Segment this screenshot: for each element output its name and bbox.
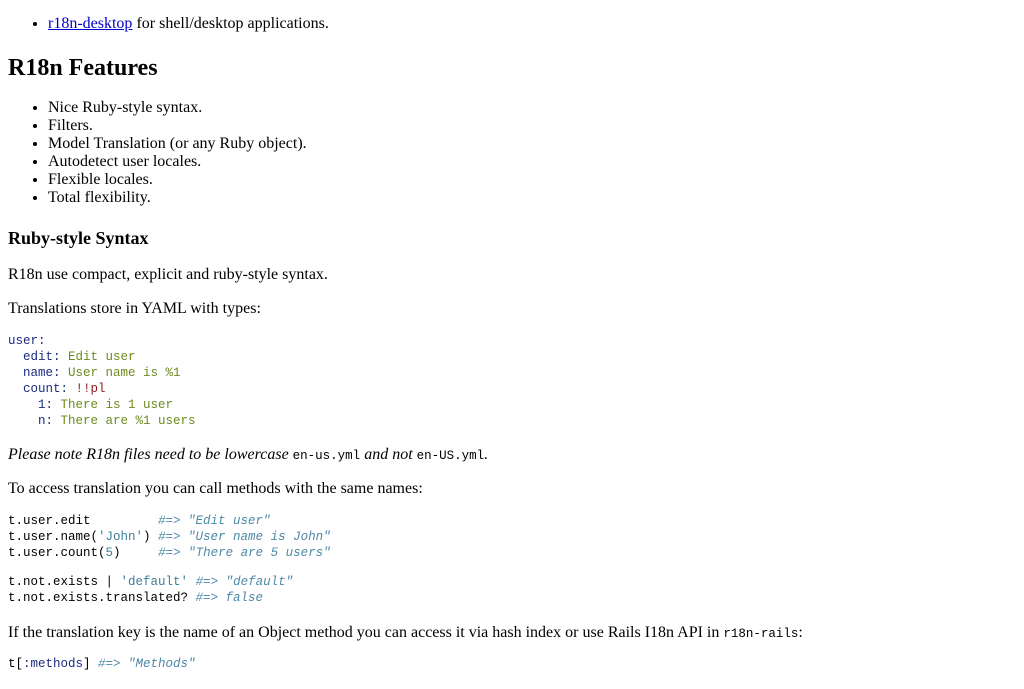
syntax-paragraph: R18n use compact, explicit and ruby-styl… (8, 266, 328, 283)
r18n-desktop-link[interactable]: r18n-desktop (48, 15, 132, 32)
list-item: Flexible locales. (48, 171, 307, 189)
list-item: Nice Ruby-style syntax. (48, 99, 307, 117)
yaml-code-block: user: edit: Edit user name: User name is… (8, 334, 196, 428)
features-heading: R18n Features (8, 55, 158, 81)
list-item: Autodetect user locales. (48, 153, 307, 171)
yaml-intro-paragraph: Translations store in YAML with types: (8, 300, 261, 317)
intro-list: r18n-desktop for shell/desktop applicati… (8, 15, 329, 33)
default-code-block: t.not.exists | 'default' #=> "default" t… (8, 575, 294, 605)
lowercase-note: Please note R18n files need to be lowerc… (8, 446, 489, 463)
hash-index-code-block: t[:methods] #=> "Methods" (8, 657, 196, 671)
list-item: Total flexibility. (48, 189, 307, 207)
features-list: Nice Ruby-style syntax. Filters. Model T… (8, 99, 307, 207)
list-item: Model Translation (or any Ruby object). (48, 135, 307, 153)
list-item: Filters. (48, 117, 307, 135)
list-item: r18n-desktop for shell/desktop applicati… (48, 15, 329, 33)
access-paragraph: To access translation you can call metho… (8, 480, 423, 497)
hash-index-paragraph: If the translation key is the name of an… (8, 624, 803, 641)
access-code-block: t.user.edit #=> "Edit user" t.user.name(… (8, 514, 331, 560)
syntax-heading: Ruby-style Syntax (8, 228, 149, 248)
